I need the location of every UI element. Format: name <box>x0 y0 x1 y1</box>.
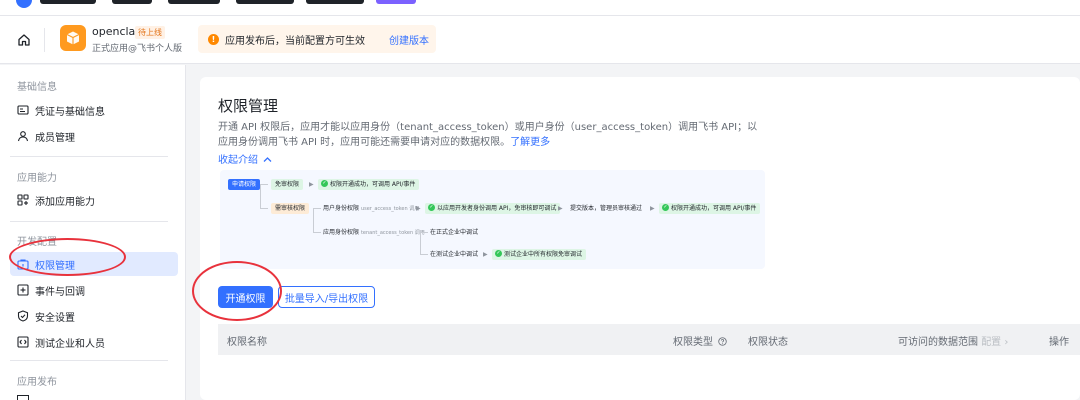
box-icon <box>66 31 80 45</box>
flow-arrow: ▶ <box>483 251 488 258</box>
help-icon[interactable] <box>718 337 727 346</box>
chevron-up-icon <box>263 157 272 162</box>
flow-connector <box>420 232 428 233</box>
flow-prod-debug: 在正式企业中调试 <box>430 229 479 236</box>
credential-icon <box>17 105 29 115</box>
publish-icon <box>17 395 29 400</box>
permission-icon <box>17 259 29 270</box>
flow-test-result: 测试企业中所有权限免审调试 <box>492 249 587 260</box>
sidebar-item-label: 安全设置 <box>35 312 75 324</box>
flow-connector <box>260 184 268 185</box>
create-version-link[interactable]: 创建版本 <box>389 32 429 47</box>
flow-connector <box>260 208 268 209</box>
home-icon <box>18 34 30 46</box>
flow-connector <box>420 254 428 255</box>
collapse-label: 收起介绍 <box>218 155 258 166</box>
sidebar-section-title: 应用能力 <box>17 173 57 184</box>
member-icon <box>17 131 29 142</box>
top-bar-text <box>112 0 152 4</box>
top-bar-text <box>168 0 220 4</box>
column-permission-type[interactable]: 权限类型 <box>673 333 727 348</box>
flow-connector <box>313 208 314 232</box>
flow-arrow: ▶ <box>416 205 421 212</box>
column-data-scope: 可访问的数据范围 配置 › <box>898 337 1009 348</box>
sidebar-item-security[interactable]: 安全设置 <box>10 304 178 328</box>
sidebar-section-title: 应用发布 <box>17 377 57 388</box>
header-divider <box>44 28 45 52</box>
sidebar-item-test-org[interactable]: 测试企业和人员 <box>10 330 178 354</box>
top-bar-badge <box>376 0 416 4</box>
sidebar-item-label: 凭证与基础信息 <box>35 106 105 118</box>
flow-arrow: ▶ <box>558 205 563 212</box>
flow-connector <box>313 232 321 233</box>
permission-table-header: 权限名称 权限类型 权限状态 可访问的数据范围 配置 › 操作 <box>218 324 1080 355</box>
add-capability-icon <box>17 194 29 206</box>
description-text: 开通 API 权限后，应用才能以应用身份（tenant_access_token… <box>218 122 758 148</box>
app-header: openclaw 待上线 正式应用@飞书个人版 ! 应用发布后，当前配置方可生效… <box>0 16 1080 64</box>
flow-connector <box>313 208 321 209</box>
sidebar-divider <box>10 156 168 157</box>
shield-icon <box>17 310 29 322</box>
sidebar-item-permissions[interactable]: 权限管理 <box>10 252 178 276</box>
flow-test-debug: 在测试企业中调试 <box>430 251 479 258</box>
collapse-intro-button[interactable]: 收起介绍 <box>218 151 272 166</box>
sidebar-item-label: 权限管理 <box>35 260 75 272</box>
column-action: 操作 <box>1049 337 1069 348</box>
learn-more-link[interactable]: 了解更多 <box>510 137 550 148</box>
chevron-right-icon: › <box>1004 337 1009 348</box>
top-bar-text <box>236 0 294 4</box>
batch-import-export-button[interactable]: 批量导入/导出权限 <box>278 286 375 308</box>
column-permission-status: 权限状态 <box>748 337 788 348</box>
top-bar-text <box>306 0 364 4</box>
flow-submit: 提交版本，管理员审核通过 <box>570 205 643 212</box>
enable-permission-button[interactable]: 开通权限 <box>218 286 273 308</box>
flow-dev-call: 以应用开发者身份调用 API，免审核即可调试 <box>425 203 561 214</box>
flow-arrow: ▶ <box>650 205 655 212</box>
main-panel: 权限管理 开通 API 权限后，应用才能以应用身份（tenant_access_… <box>200 77 1080 400</box>
sidebar-item-credentials[interactable]: 凭证与基础信息 <box>10 98 178 122</box>
app-status-badge: 待上线 <box>135 26 165 39</box>
flow-free-result: 权限开通成功，可调用 API/事件 <box>318 179 420 190</box>
sidebar-item-label: 事件与回调 <box>35 286 85 298</box>
top-bar-text <box>40 0 96 4</box>
sidebar-divider <box>10 221 168 222</box>
flow-free-tag: 免审权限 <box>271 179 304 190</box>
test-org-icon <box>17 336 29 348</box>
publish-notice: ! 应用发布后，当前配置方可生效 创建版本 <box>198 25 436 53</box>
sidebar-item-members[interactable]: 成员管理 <box>10 124 178 148</box>
flow-user-scope: 用户身份权限 user_access_token 调用 <box>323 205 420 212</box>
sidebar-item-label: 测试企业和人员 <box>35 338 105 350</box>
top-bar <box>0 0 1080 16</box>
sidebar: 基础信息 凭证与基础信息 成员管理 应用能力 添加应用能力 开发配置 权限管理 … <box>0 65 186 400</box>
flow-review-result: 权限开通成功，可调用 API/事件 <box>659 203 761 214</box>
permission-flow-diagram: 申请权限 免审权限 ▶ 权限开通成功，可调用 API/事件 需审核权限 用户身份… <box>220 170 765 269</box>
feishu-logo-icon <box>16 0 32 8</box>
page-description: 开通 API 权限后，应用才能以应用身份（tenant_access_token… <box>218 120 766 150</box>
sidebar-item-add-capability[interactable]: 添加应用能力 <box>10 188 178 212</box>
warning-icon: ! <box>208 33 219 45</box>
scope-config-link[interactable]: 配置 <box>981 337 1001 348</box>
sidebar-divider <box>10 360 168 361</box>
sidebar-item-label: 添加应用能力 <box>35 196 95 208</box>
column-permission-name: 权限名称 <box>227 337 267 348</box>
flow-review-tag: 需审核权限 <box>271 203 310 214</box>
sidebar-section-title: 开发配置 <box>17 237 57 248</box>
flow-arrow: ▶ <box>309 181 314 188</box>
flow-apply-tag: 申请权限 <box>228 179 261 190</box>
event-icon <box>17 284 29 296</box>
notice-text: 应用发布后，当前配置方可生效 <box>225 35 365 47</box>
app-subtitle: 正式应用@飞书个人版 <box>92 44 183 54</box>
flow-app-scope: 应用身份权限 tenant_access_token 调用 <box>323 229 425 236</box>
home-button[interactable] <box>12 28 36 52</box>
sidebar-section-title: 基础信息 <box>17 82 57 93</box>
flow-connector <box>420 232 421 254</box>
app-logo <box>60 25 86 51</box>
flow-connector <box>260 184 261 208</box>
sidebar-item-label: 成员管理 <box>35 132 75 144</box>
sidebar-item-events[interactable]: 事件与回调 <box>10 278 178 302</box>
page-title: 权限管理 <box>218 97 279 115</box>
